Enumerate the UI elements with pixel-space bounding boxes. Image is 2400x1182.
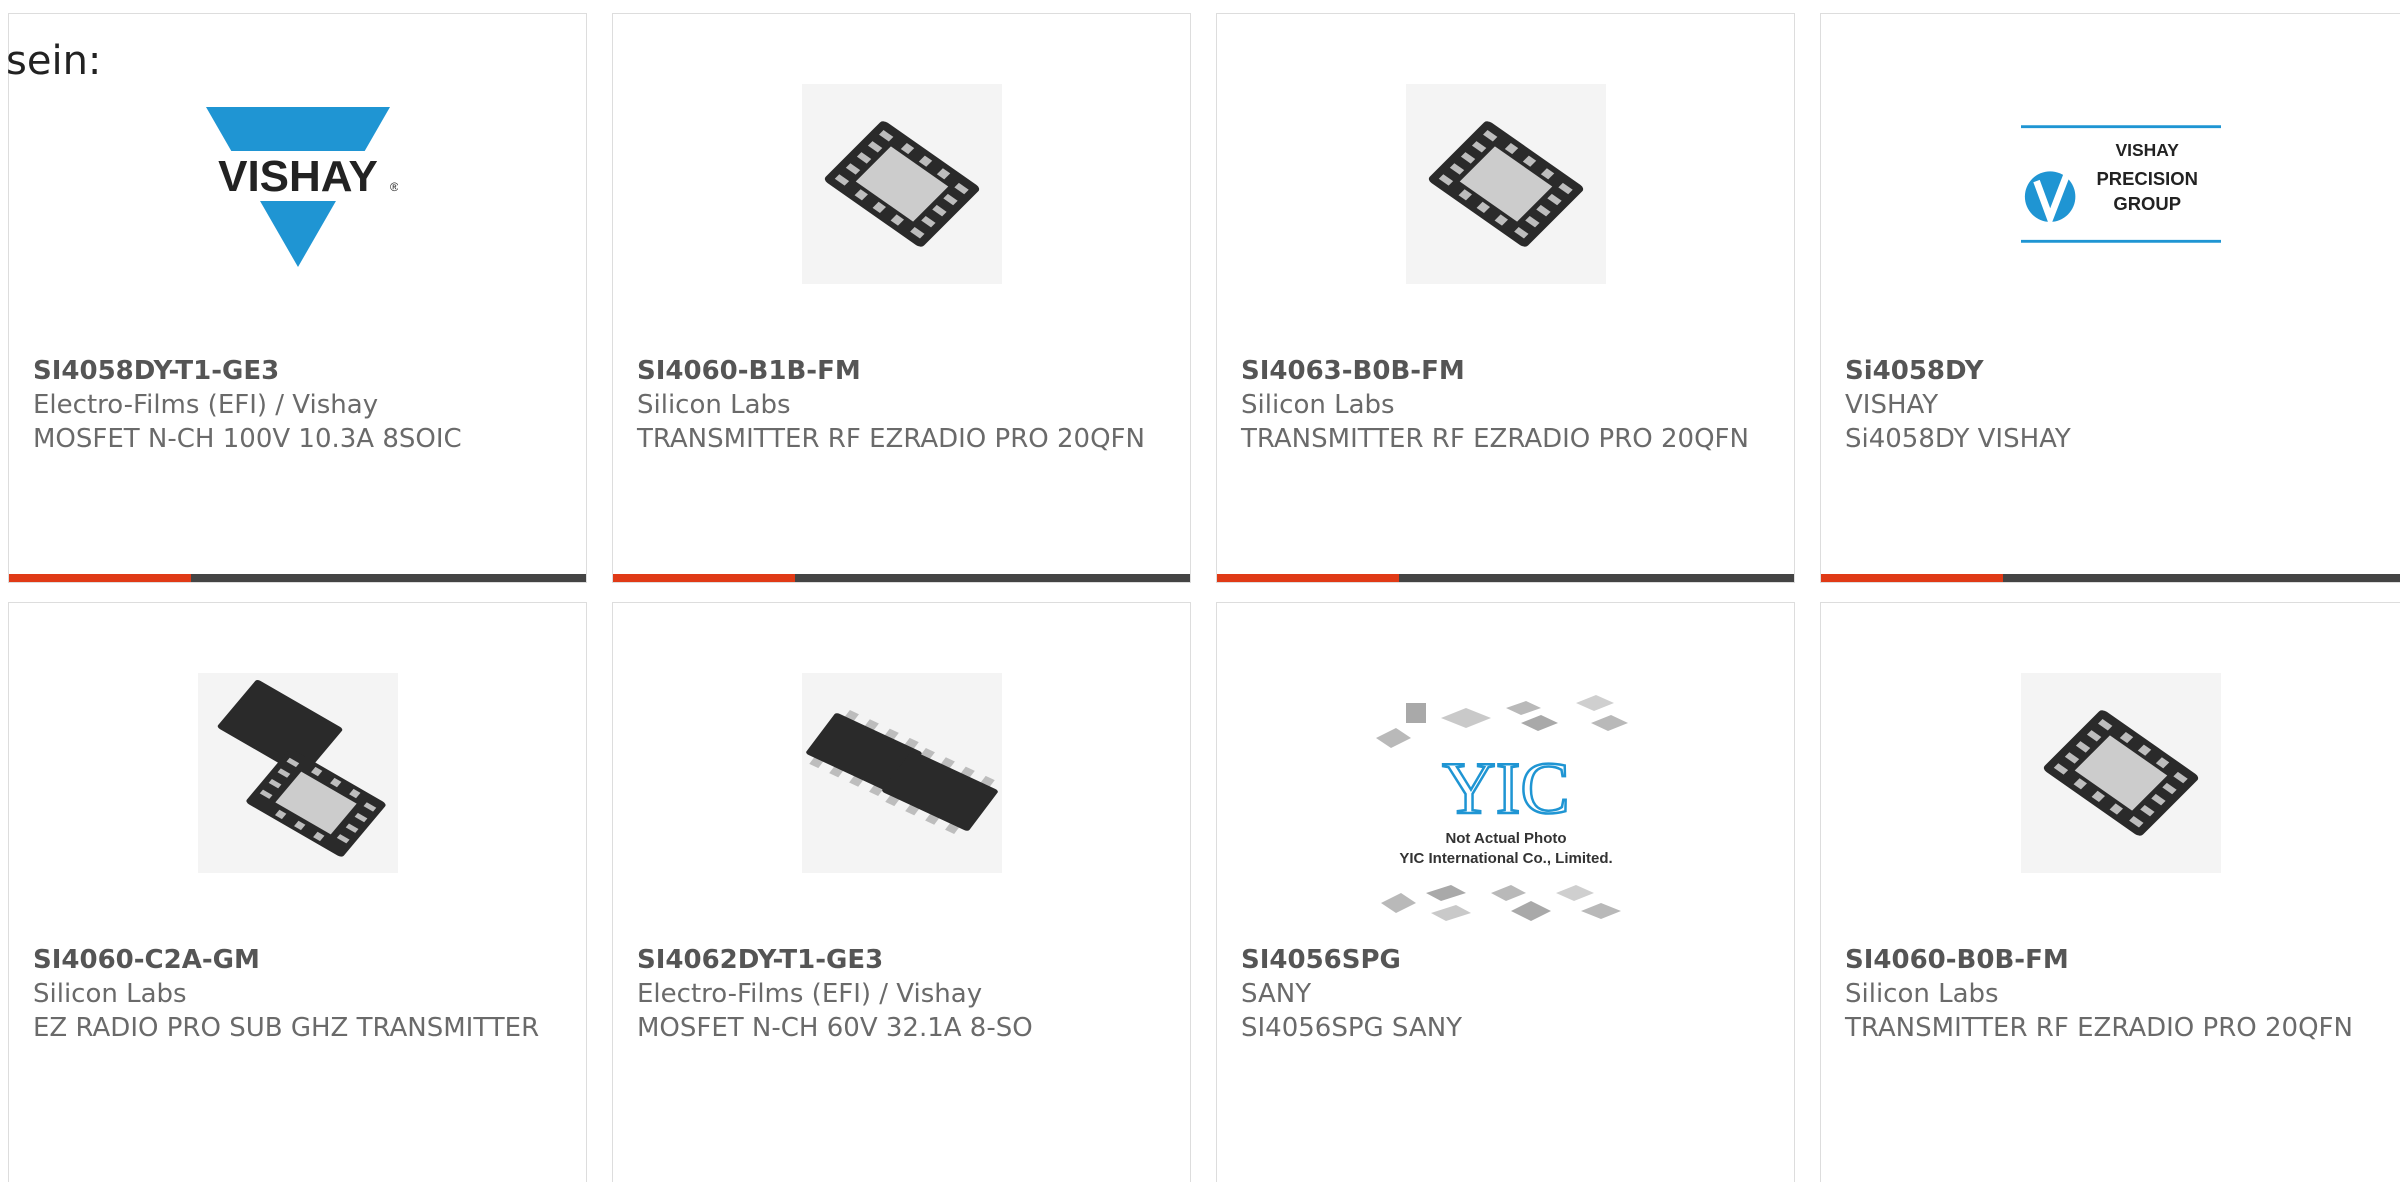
logo-text: GROUP [2113,193,2181,214]
product-card[interactable]: YIC Not Actual Photo YIC International C… [1216,602,1795,1182]
part-number[interactable]: SI4063-B0B-FM [1241,354,1770,388]
product-card[interactable]: VISHAY ® SI4058DY-T1-GE3 Electro-Films (… [8,13,587,583]
card-footer-bar [613,574,1190,582]
description: Si4058DY VISHAY [1845,424,2071,454]
description: MOSFET N-CH 100V 10.3A 8SOIC [33,424,462,454]
part-number[interactable]: Si4058DY [1845,354,2396,388]
yic-placeholder-image: YIC Not Actual Photo YIC International C… [1366,693,1646,933]
product-card[interactable]: VISHAY PRECISION GROUP Si4058DY VISHAY S… [1820,13,2400,583]
card-footer-bar [9,574,586,582]
manufacturer: SANY [1241,979,1312,1009]
vishay-precision-group-logo: VISHAY PRECISION GROUP [2020,84,2221,284]
manufacturer: Electro-Films (EFI) / Vishay [33,390,379,420]
logo-text: VISHAY [2115,140,2179,160]
manufacturer: Electro-Films (EFI) / Vishay [637,979,983,1009]
description: SI4056SPG SANY [1241,1013,1463,1043]
description: TRANSMITTER RF EZRADIO PRO 20QFN [1845,1013,2353,1043]
card-footer-bar [1821,574,2400,582]
part-number[interactable]: SI4060-B1B-FM [637,354,1166,388]
qfn-chip-image [1405,84,1606,284]
qfn-chip-image [801,84,1002,284]
manufacturer: Silicon Labs [33,979,187,1009]
product-grid: VISHAY ® SI4058DY-T1-GE3 Electro-Films (… [0,0,2400,1182]
vishay-logo: VISHAY ® [197,84,398,284]
qfn-chip-image [2020,673,2221,873]
part-number[interactable]: SI4060-B0B-FM [1845,943,2396,977]
soic-chip-pair-image [801,673,1002,873]
placeholder-caption: YIC International Co., Limited. [1399,850,1612,867]
placeholder-caption: Not Actual Photo [1445,830,1566,847]
part-number[interactable]: SI4056SPG [1241,943,1770,977]
svg-text:®: ® [390,180,398,194]
product-card[interactable]: SI4063-B0B-FM Silicon Labs TRANSMITTER R… [1216,13,1795,583]
part-number[interactable]: SI4060-C2A-GM [33,943,562,977]
part-number[interactable]: SI4058DY-T1-GE3 [33,354,562,388]
product-card[interactable]: SI4060-C2A-GM Silicon Labs EZ RADIO PRO … [8,602,587,1182]
description: TRANSMITTER RF EZRADIO PRO 20QFN [1241,424,1749,454]
qfn-chip-pair-image [197,673,398,873]
part-number[interactable]: SI4062DY-T1-GE3 [637,943,1166,977]
svg-text:VISHAY: VISHAY [218,152,378,201]
manufacturer: VISHAY [1845,390,1939,420]
product-card[interactable]: SI4060-B1B-FM Silicon Labs TRANSMITTER R… [612,13,1191,583]
description: MOSFET N-CH 60V 32.1A 8-SO [637,1013,1033,1043]
card-footer-bar [1217,574,1794,582]
intro-text: sein: [6,38,102,84]
manufacturer: Silicon Labs [637,390,791,420]
product-card[interactable]: SI4062DY-T1-GE3 Electro-Films (EFI) / Vi… [612,602,1191,1182]
logo-text: PRECISION [2096,168,2197,189]
yic-logo-text: YIC [1442,748,1569,830]
product-card[interactable]: SI4060-B0B-FM Silicon Labs TRANSMITTER R… [1820,602,2400,1182]
manufacturer: Silicon Labs [1845,979,1999,1009]
manufacturer: Silicon Labs [1241,390,1395,420]
description: TRANSMITTER RF EZRADIO PRO 20QFN [637,424,1145,454]
description: EZ RADIO PRO SUB GHZ TRANSMITTER [33,1013,540,1043]
